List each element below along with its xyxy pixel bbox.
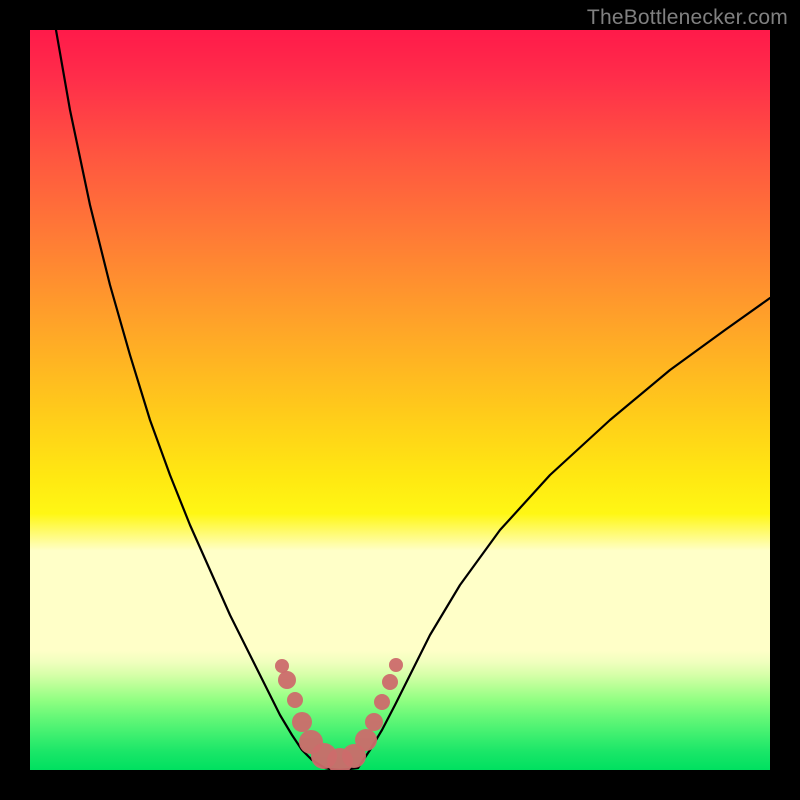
chart-frame <box>30 30 770 770</box>
watermark-text: TheBottleneсker.com <box>587 6 788 30</box>
gradient-lower <box>30 650 770 770</box>
gradient-upper <box>30 30 770 650</box>
